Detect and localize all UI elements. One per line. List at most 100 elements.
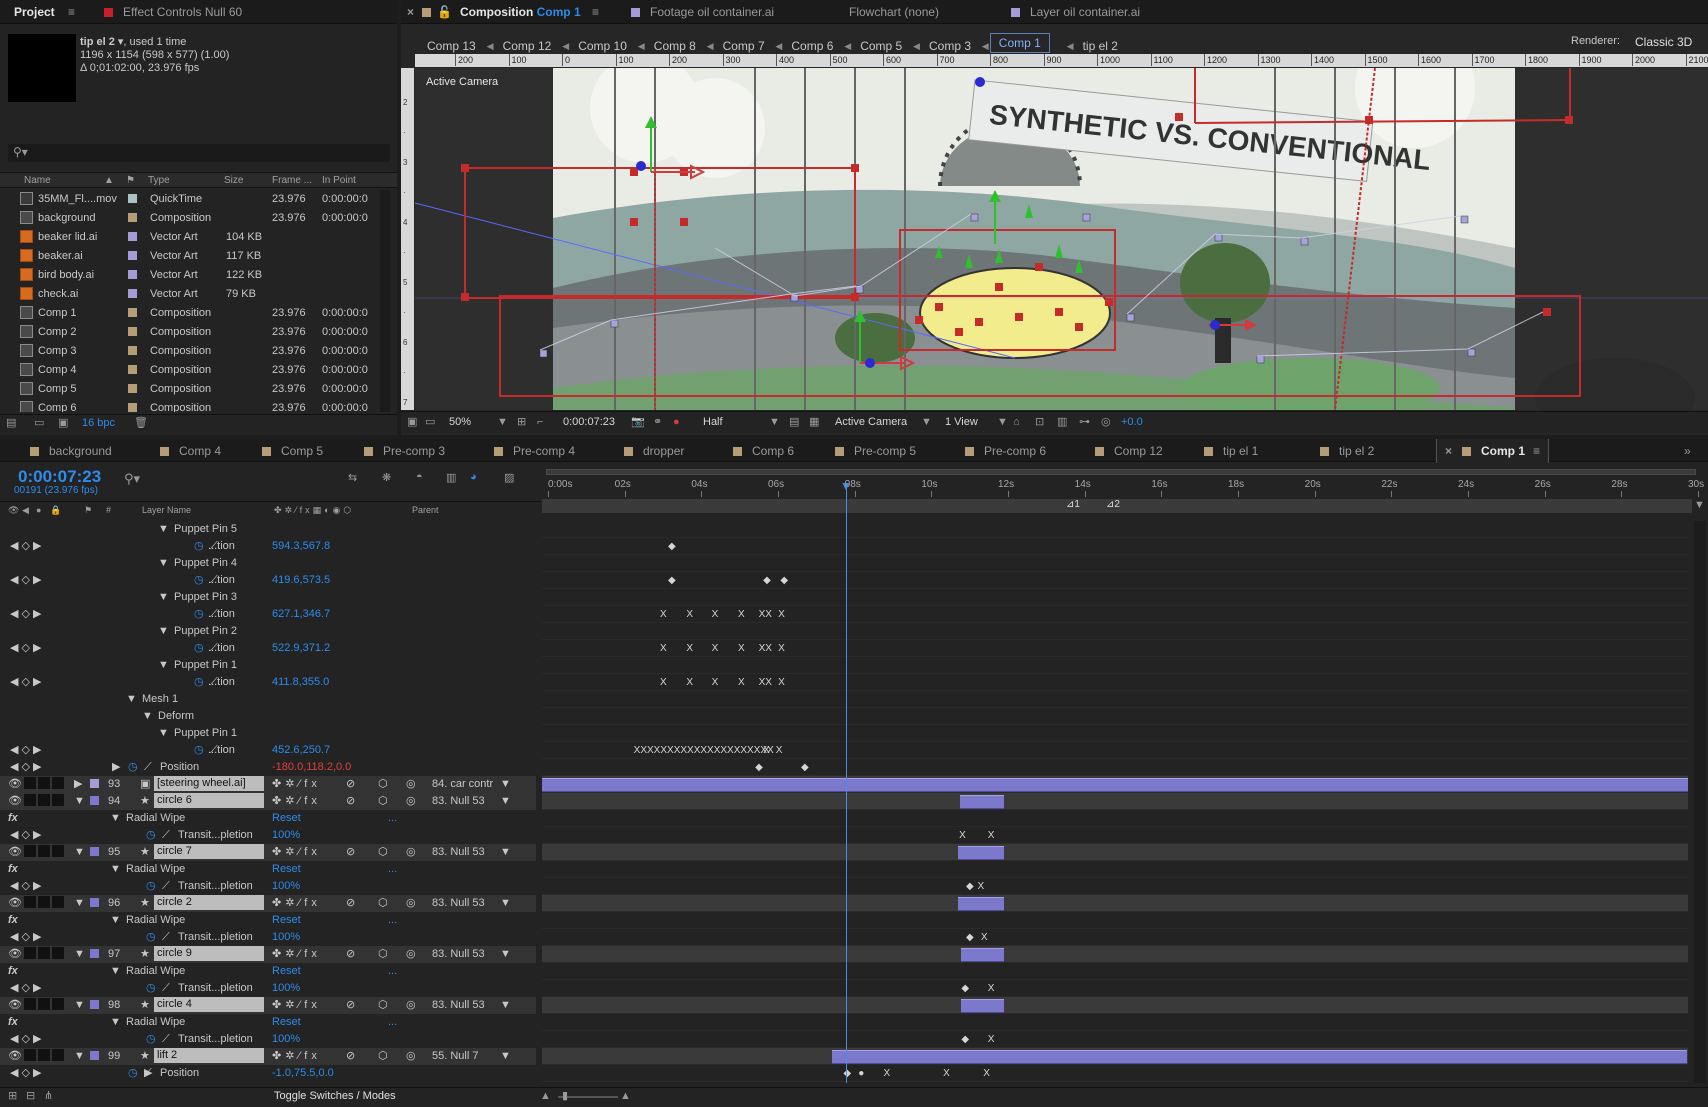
keyframe-navigator[interactable]: ◀ ◇ ▶	[10, 929, 42, 946]
channel-icon[interactable]: ●	[673, 412, 680, 433]
current-time-indicator[interactable]	[846, 483, 847, 1083]
twirl-down-icon[interactable]: ▼	[158, 589, 169, 606]
stopwatch-icon[interactable]: ◷	[194, 538, 204, 555]
twirl-down-icon[interactable]: ▼	[158, 521, 169, 538]
3d-layer-switch[interactable]: ⬡	[378, 946, 388, 963]
lock-toggle[interactable]	[52, 998, 64, 1010]
audio-toggle[interactable]	[24, 1049, 36, 1061]
layer-duration-bar[interactable]	[542, 778, 1688, 792]
stopwatch-icon[interactable]: ◷	[146, 827, 156, 844]
effect-options-button[interactable]: ...	[388, 861, 397, 878]
keyframe[interactable]: XX	[759, 609, 772, 620]
graph-row[interactable]	[542, 963, 1688, 980]
parent-dropdown-icon[interactable]: ▼	[500, 997, 511, 1014]
parent-dropdown-icon[interactable]: ▼	[500, 895, 511, 912]
layer-row[interactable]: 👁 ▼ 96 ★ circle 2 ✤✲⁄fx ⊘ ⬡ ◎ 83. Null 53 ▼	[0, 895, 536, 912]
close-icon[interactable]: ×	[407, 0, 414, 24]
keyframe-navigator[interactable]: ◀ ◇ ▶	[10, 759, 42, 776]
effect-reset-button[interactable]: Reset	[272, 1014, 301, 1031]
graph-icon[interactable]: ⟋	[144, 1065, 152, 1082]
property-value[interactable]: -1.0,75.5,0.0	[272, 1065, 334, 1082]
layer-name[interactable]: circle 9	[154, 946, 264, 961]
trash-icon[interactable]: 🗑	[134, 415, 148, 432]
twirl-down-icon[interactable]: ▼	[110, 963, 121, 980]
twirl-icon[interactable]: ▼	[74, 844, 85, 861]
graph-row[interactable]: ◆	[542, 538, 1688, 555]
tab-project[interactable]: Project ≡	[14, 0, 75, 24]
timeline-tab[interactable]: Comp 5	[262, 439, 323, 463]
timeline-tab[interactable]: background	[30, 439, 112, 463]
property-value[interactable]: 100%	[272, 878, 300, 895]
graph-row[interactable]: ◆ ◆ ◆	[542, 572, 1688, 589]
twirl-down-icon[interactable]: ▼	[158, 623, 169, 640]
zoom-in-icon[interactable]: ▲	[620, 1088, 631, 1104]
camera-select[interactable]: Active Camera	[835, 412, 907, 433]
viewer-timecode[interactable]: 0:00:07:23	[563, 412, 615, 433]
cti-head-icon[interactable]: ▼	[840, 479, 852, 493]
keyframe[interactable]: X	[988, 983, 995, 994]
interpret-footage-icon[interactable]: ▤	[6, 415, 16, 432]
keyframe[interactable]: XX	[759, 677, 772, 688]
layer-duration-bar[interactable]	[961, 999, 1004, 1013]
parent-dropdown-icon[interactable]: ▼	[500, 844, 511, 861]
audio-toggle[interactable]	[24, 947, 36, 959]
project-item[interactable]: Comp 4 Composition 23.976 0:00:00:0	[0, 361, 378, 380]
solo-toggle[interactable]	[38, 777, 50, 789]
stopwatch-icon[interactable]: ◷	[194, 674, 204, 691]
keyframe[interactable]: ◆	[668, 575, 676, 586]
frame-blending-icon[interactable]: ▥	[446, 471, 456, 484]
lock-toggle[interactable]	[52, 896, 64, 908]
layer-duration-bar[interactable]	[960, 795, 1004, 809]
keyframe[interactable]: XXXXXXXXXXXXXXXXXXXXX	[634, 745, 774, 756]
project-item[interactable]: bird body.ai Vector Art 122 KB	[0, 266, 378, 285]
property-row[interactable]: ◀ ◇ ▶ ◷ ⟋ ...tion 452.6,250.7	[0, 742, 536, 759]
layer-row[interactable]: 👁 ▼ 97 ★ circle 9 ✤✲⁄fx ⊘ ⬡ ◎ 83. Null 53 ▼	[0, 946, 536, 963]
panel-menu-icon[interactable]: ≡	[1533, 439, 1540, 463]
parent-column[interactable]: Parent	[412, 502, 439, 518]
panel-menu-icon[interactable]: ≡	[68, 0, 75, 24]
project-search[interactable]: ⚲▾	[8, 144, 390, 162]
graph-row[interactable]	[542, 555, 1688, 572]
eye-icon[interactable]: 👁	[8, 946, 22, 963]
monitor-icon[interactable]: ▭	[425, 412, 435, 433]
audio-toggle[interactable]	[24, 777, 36, 789]
effect-row[interactable]: fx ▼ Radial Wipe Reset...	[0, 810, 536, 827]
graph-row[interactable]: ◆ ● X X X	[542, 1065, 1688, 1082]
twirl-down-icon[interactable]: ▼	[110, 1014, 121, 1031]
project-item[interactable]: Comp 6 Composition 23.976 0:00:00:0	[0, 399, 378, 412]
property-row[interactable]: ◀ ◇ ▶ ◷ ⟋ ...tion 627.1,346.7	[0, 606, 536, 623]
comp-mini-flowchart-icon[interactable]: ⇆	[348, 471, 357, 484]
parent-select[interactable]: 83. Null 53	[432, 946, 485, 963]
layer-switches[interactable]: ✤✲⁄fx	[272, 946, 321, 963]
3d-layer-switch[interactable]: ⬡	[378, 1048, 388, 1065]
keyframe[interactable]: X	[712, 677, 719, 688]
graph-row[interactable]	[542, 708, 1688, 725]
timeline-tab[interactable]: Comp 6	[733, 439, 794, 463]
property-group-row[interactable]: ▼ Puppet Pin 5	[0, 521, 536, 538]
property-row[interactable]: ◀ ◇ ▶ ◷ ⟋ ...tion 594.3,567.8	[0, 538, 536, 555]
eye-icon[interactable]: 👁	[8, 793, 22, 810]
property-group-row[interactable]: ▼ Puppet Pin 4	[0, 555, 536, 572]
property-value[interactable]: 411.8,355.0	[272, 674, 329, 691]
property-group-row[interactable]: ▼ Puppet Pin 2	[0, 623, 536, 640]
graph-row[interactable]	[542, 844, 1688, 861]
pickwhip-icon[interactable]: ◎	[406, 946, 416, 963]
parent-select[interactable]: 83. Null 53	[432, 997, 485, 1014]
motion-blur-switch[interactable]: ⊘	[346, 946, 355, 963]
lock-icon[interactable]: 🔓	[437, 0, 452, 24]
expand-stretch-icon[interactable]: ⋔	[44, 1088, 53, 1104]
motion-blur-switch[interactable]: ⊘	[346, 776, 355, 793]
twirl-right-icon[interactable]: ▶	[112, 759, 120, 776]
keyframe[interactable]: ●	[858, 1068, 864, 1079]
keyframe-navigator[interactable]: ◀ ◇ ▶	[10, 572, 42, 589]
property-row[interactable]: ◀ ◇ ▶ ◷ ⟋ Transit...pletion 100%	[0, 827, 536, 844]
property-row[interactable]: ◀ ◇ ▶ ▶ ◷ ⟋ Position -1.0,75.5,0.0	[0, 1065, 536, 1082]
layer-switches[interactable]: ✤✲⁄fx	[272, 844, 321, 861]
pickwhip-icon[interactable]: ◎	[406, 997, 416, 1014]
stopwatch-icon[interactable]: ◷	[146, 878, 156, 895]
item-name[interactable]: tip el 2 ▾	[80, 36, 123, 48]
label-col-icon[interactable]: ⚑	[126, 173, 135, 188]
shy-icon[interactable]: ◓	[416, 471, 423, 483]
twirl-down-icon[interactable]: ▼	[110, 912, 121, 929]
twirl-down-icon[interactable]: ▼	[126, 691, 137, 708]
